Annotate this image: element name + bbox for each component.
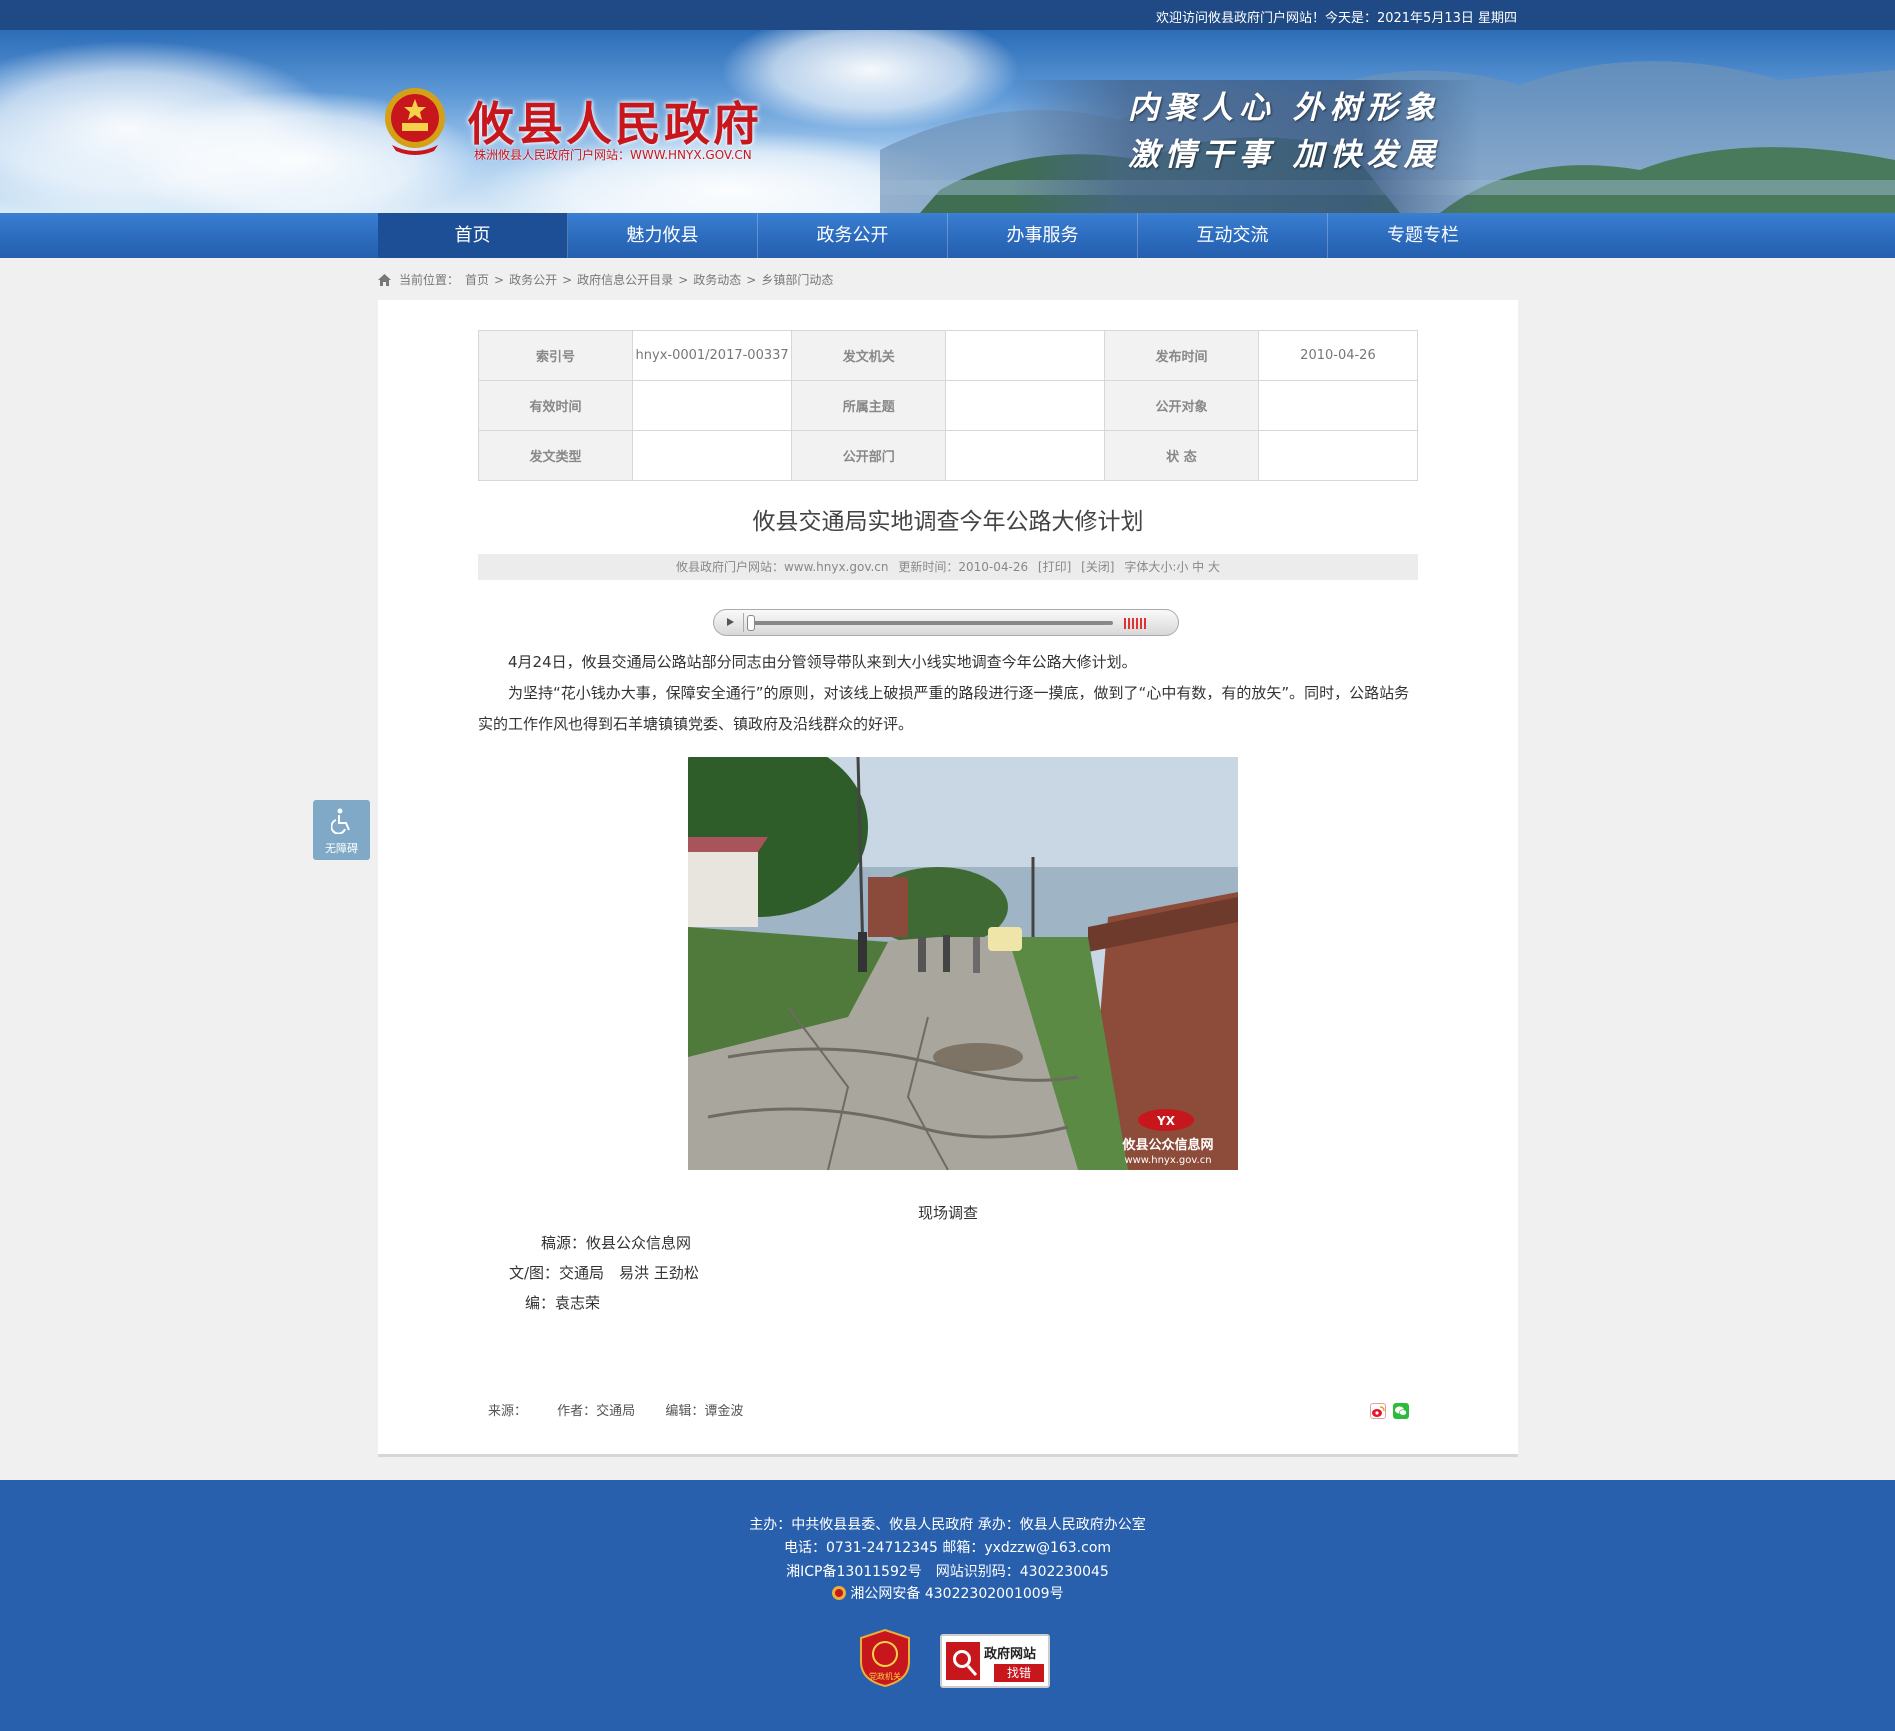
- source-site: 攸县政府门户网站：www.hnyx.gov.cn: [675, 560, 889, 574]
- breadcrumb-link-gov-news[interactable]: 政务动态: [693, 271, 741, 288]
- top-bar: 欢迎访问攸县政府门户网站！今天是：2021年5月13日 星期四: [0, 0, 1895, 30]
- header-banner: 内聚人心 外树形象 激情干事 加快发展 攸县人民政府 株洲攸县人民政府门户网站：…: [0, 30, 1895, 213]
- breadcrumb-separator: >: [494, 272, 505, 287]
- accessibility-button[interactable]: 无障碍: [313, 800, 370, 860]
- table-row: 索引号 hnyx-0001/2017-00337 发文机关 发布时间 2010-…: [478, 330, 1419, 381]
- badge-error-sub: 找错: [994, 1664, 1044, 1682]
- road-survey-image: YX 攸县公众信息网 www.hnyx.gov.cn: [688, 757, 1238, 1170]
- national-emblem-icon: [385, 88, 445, 155]
- nav-charm-youxian[interactable]: 魅力攸县: [568, 213, 758, 258]
- site-subtitle: 株洲攸县人民政府门户网站：WWW.HNYX.GOV.CN: [474, 148, 752, 162]
- slogan-line-1: 内聚人心 外树形象: [1128, 90, 1441, 126]
- credit-editor: 编：袁志荣: [525, 1294, 601, 1312]
- meta-author: 作者：交通局: [557, 1404, 636, 1419]
- police-badge-icon: [832, 1586, 847, 1600]
- article-paragraph-2: 为坚持“花小钱办大事，保障安全通行”的原则，对该线上破损严重的路段进行逐一摸底，…: [478, 684, 1410, 733]
- document-meta-table: 索引号 hnyx-0001/2017-00337 发文机关 发布时间 2010-…: [478, 330, 1419, 481]
- meta-value: [631, 380, 793, 431]
- wechat-share-icon[interactable]: [1393, 1403, 1409, 1419]
- breadcrumb-link-home[interactable]: 首页: [465, 271, 489, 288]
- breadcrumb-prefix: 当前位置：: [399, 273, 460, 287]
- meta-editor: 编辑：谭金波: [665, 1404, 744, 1419]
- footer-police-record[interactable]: 湘公网安备 43022302001009号: [0, 1583, 1895, 1603]
- meta-source: 来源：: [488, 1404, 528, 1419]
- nav-gov-affairs[interactable]: 政务公开: [758, 213, 948, 258]
- badge-party-text: 党政机关: [869, 1671, 901, 1681]
- accessibility-label: 无障碍: [325, 842, 358, 855]
- nav-services[interactable]: 办事服务: [948, 213, 1138, 258]
- audio-player: [713, 609, 1179, 636]
- breadcrumb-link-township-news[interactable]: 乡镇部门动态: [761, 271, 833, 288]
- progress-handle[interactable]: [747, 615, 755, 631]
- party-gov-badge-icon[interactable]: 党政机关: [859, 1628, 911, 1688]
- meta-key: 发文类型: [478, 430, 633, 481]
- footer-police-text: 湘公网安备 43022302001009号: [850, 1586, 1064, 1602]
- nav-home[interactable]: 首页: [378, 213, 568, 258]
- home-icon: [378, 273, 391, 286]
- meta-key: 有效时间: [478, 380, 633, 431]
- play-icon[interactable]: [718, 613, 744, 632]
- weibo-share-icon[interactable]: [1370, 1403, 1386, 1419]
- photo-watermark: 攸县公众信息网: [1121, 1137, 1213, 1153]
- breadcrumb-separator: >: [562, 272, 573, 287]
- article-footer-meta: 来源： 作者：交通局 编辑：谭金波: [488, 1400, 769, 1419]
- progress-track[interactable]: [751, 621, 1113, 625]
- article-info-bar: 攸县政府门户网站：www.hnyx.gov.cn 更新时间：2010-04-26…: [478, 554, 1418, 580]
- site-footer: 主办：中共攸县县委、攸县人民政府 承办：攸县人民政府办公室 电话：0731-24…: [0, 1480, 1895, 1731]
- breadcrumb-separator: >: [746, 272, 757, 287]
- breadcrumb: 当前位置： 首页 > 政务公开 > 政府信息公开目录 > 政务动态 > 乡镇部门…: [378, 271, 833, 288]
- breadcrumb-link-gov-affairs[interactable]: 政务公开: [509, 271, 557, 288]
- slogan-line-2: 激情干事 加快发展: [1128, 137, 1441, 173]
- meta-value: [1257, 380, 1419, 431]
- volume-icon[interactable]: [1124, 618, 1148, 629]
- table-row: 发文类型 公开部门 状 态: [478, 430, 1419, 481]
- footer-sponsor: 主办：中共攸县县委、攸县人民政府 承办：攸县人民政府办公室: [749, 1517, 1146, 1533]
- update-time: 更新时间：2010-04-26: [898, 560, 1029, 574]
- main-navigation: 首页 魅力攸县 政务公开 办事服务 互动交流 专题专栏: [0, 213, 1895, 258]
- meta-key: 索引号: [478, 330, 633, 381]
- meta-value: [945, 430, 1105, 481]
- article-paragraph-1: 4月24日，攸县交通局公路站部分同志由分管领导带队来到大小线实地调查今年公路大修…: [508, 653, 1137, 671]
- gov-site-error-report-badge[interactable]: 政府网站 找错: [940, 1634, 1050, 1688]
- article-panel: 索引号 hnyx-0001/2017-00337 发文机关 发布时间 2010-…: [378, 300, 1518, 1457]
- meta-value: [945, 380, 1105, 431]
- meta-key: 发布时间: [1103, 330, 1259, 381]
- article-photo: YX 攸县公众信息网 www.hnyx.gov.cn: [688, 757, 1238, 1170]
- breadcrumb-separator: >: [678, 272, 689, 287]
- meta-value: [1257, 430, 1419, 481]
- meta-key: 公开对象: [1103, 380, 1259, 431]
- article-title: 攸县交通局实地调查今年公路大修计划: [752, 509, 1144, 535]
- footer-icp[interactable]: 湘ICP备13011592号 网站识别码：4302230045: [0, 1561, 1895, 1581]
- photo-caption: 现场调查: [917, 1204, 978, 1222]
- badge-error-title: 政府网站: [984, 1647, 1037, 1662]
- meta-value: 2010-04-26: [1257, 330, 1419, 381]
- meta-value: hnyx-0001/2017-00337: [631, 330, 793, 381]
- footer-contact: 电话：0731-24712345 邮箱：yxdzzw@163.com: [783, 1540, 1112, 1556]
- nav-interaction[interactable]: 互动交流: [1138, 213, 1328, 258]
- meta-key: 发文机关: [791, 330, 947, 381]
- meta-key: 状 态: [1103, 430, 1259, 481]
- welcome-text: 欢迎访问攸县政府门户网站！今天是：2021年5月13日 星期四: [1155, 11, 1517, 26]
- meta-key: 公开部门: [791, 430, 947, 481]
- credit-source: 稿源：攸县公众信息网: [541, 1234, 692, 1252]
- svg-text:YX: YX: [1156, 1114, 1176, 1128]
- breadcrumb-link-info-catalog[interactable]: 政府信息公开目录: [577, 271, 673, 288]
- meta-value: [631, 430, 793, 481]
- table-row: 有效时间 所属主题 公开对象: [478, 380, 1419, 431]
- print-link[interactable]: [打印]: [1038, 560, 1071, 574]
- font-size-control[interactable]: 字体大小:小 中 大: [1124, 560, 1220, 574]
- wheelchair-icon: [331, 808, 350, 834]
- photo-watermark-url: www.hnyx.gov.cn: [1124, 1155, 1211, 1166]
- credit-author: 文/图：交通局 易洪 王劲松: [509, 1264, 699, 1282]
- magnifier-icon: [946, 1642, 980, 1680]
- meta-key: 所属主题: [791, 380, 947, 431]
- nav-special-topics[interactable]: 专题专栏: [1328, 213, 1518, 258]
- close-link[interactable]: [关闭]: [1081, 560, 1114, 574]
- site-title[interactable]: 攸县人民政府: [468, 88, 762, 154]
- meta-value: [945, 330, 1105, 381]
